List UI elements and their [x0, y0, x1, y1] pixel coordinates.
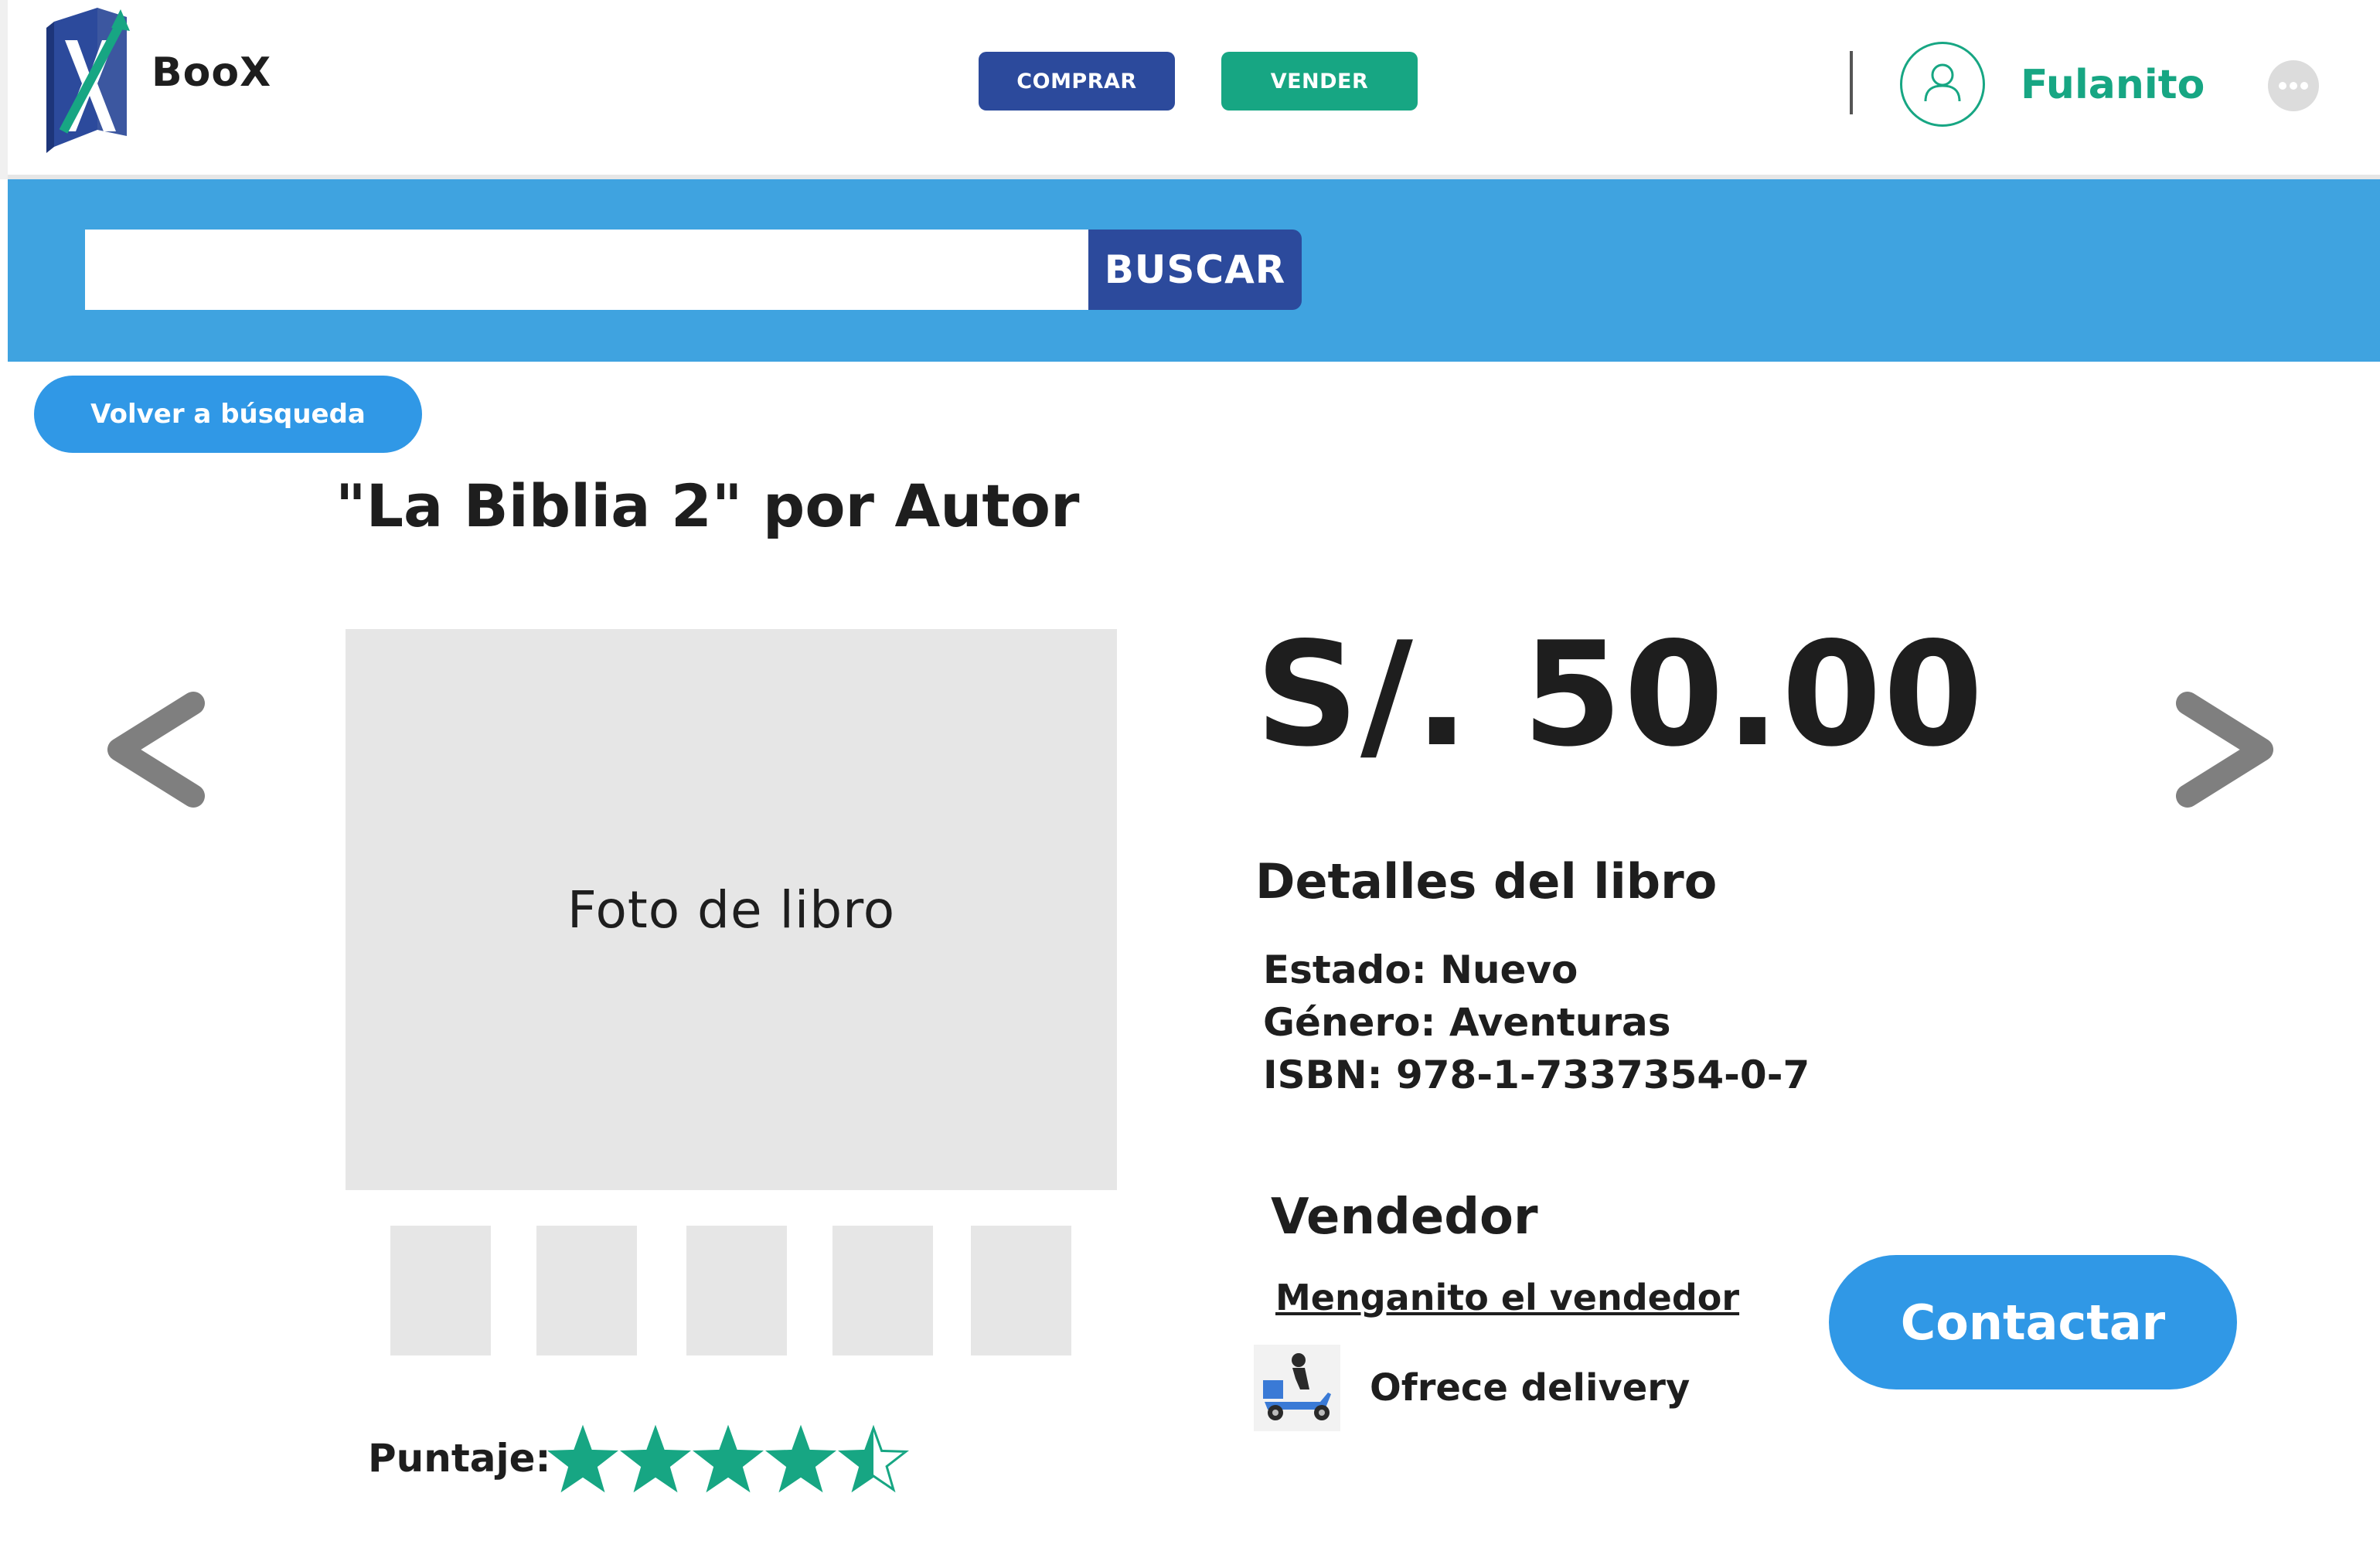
rating-stars — [546, 1424, 909, 1493]
header-left-edge — [0, 0, 8, 179]
thumbnail[interactable] — [832, 1226, 933, 1355]
avatar[interactable] — [1900, 42, 1985, 127]
buy-button[interactable]: COMPRAR — [979, 52, 1175, 111]
thumbnail[interactable] — [390, 1226, 491, 1355]
star-icon — [837, 1424, 909, 1493]
contact-button[interactable]: Contactar — [1829, 1255, 2237, 1389]
username[interactable]: Fulanito — [2021, 62, 2205, 108]
seller-title: Vendedor — [1271, 1189, 1538, 1246]
book-photo-label: Foto de libro — [567, 879, 896, 940]
seller-link[interactable]: Menganito el vendedor — [1275, 1277, 1739, 1318]
user-icon — [1924, 63, 1961, 102]
star-icon — [692, 1424, 764, 1493]
book-photo[interactable]: Foto de libro — [346, 629, 1117, 1190]
delivery-scooter-icon — [1254, 1345, 1340, 1431]
search-button[interactable]: BUSCAR — [1088, 230, 1302, 310]
star-icon — [764, 1424, 837, 1493]
star-icon — [619, 1424, 692, 1493]
thumbnail[interactable] — [536, 1226, 637, 1355]
more-icon — [2279, 82, 2308, 90]
delivery-text: Ofrece delivery — [1370, 1366, 1691, 1410]
detail-isbn: ISBN: 978-1-7337354-0-7 — [1263, 1053, 1810, 1097]
detail-genre: Género: Aventuras — [1263, 1000, 1671, 1045]
book-title: "La Biblia 2" por Autor — [335, 471, 1080, 540]
thumbnail[interactable] — [971, 1226, 1071, 1355]
detail-condition: Estado: Nuevo — [1263, 947, 1578, 992]
details-title: Detalles del libro — [1255, 853, 1718, 910]
sell-button[interactable]: VENDER — [1221, 52, 1418, 111]
rating-label: Puntaje: — [368, 1436, 551, 1481]
more-button[interactable] — [2268, 60, 2319, 111]
search-input[interactable] — [85, 230, 1090, 310]
thumbnail[interactable] — [686, 1226, 787, 1355]
price: S/. 50.00 — [1255, 611, 1985, 778]
star-icon — [546, 1424, 619, 1493]
back-to-search-button[interactable]: Volver a búsqueda — [34, 376, 422, 453]
chevron-right-icon[interactable] — [2172, 688, 2280, 811]
logo-book-icon[interactable] — [43, 0, 139, 155]
brand-name: BooX — [152, 49, 272, 96]
header-divider — [1850, 51, 1853, 114]
chevron-left-icon[interactable] — [100, 688, 209, 811]
